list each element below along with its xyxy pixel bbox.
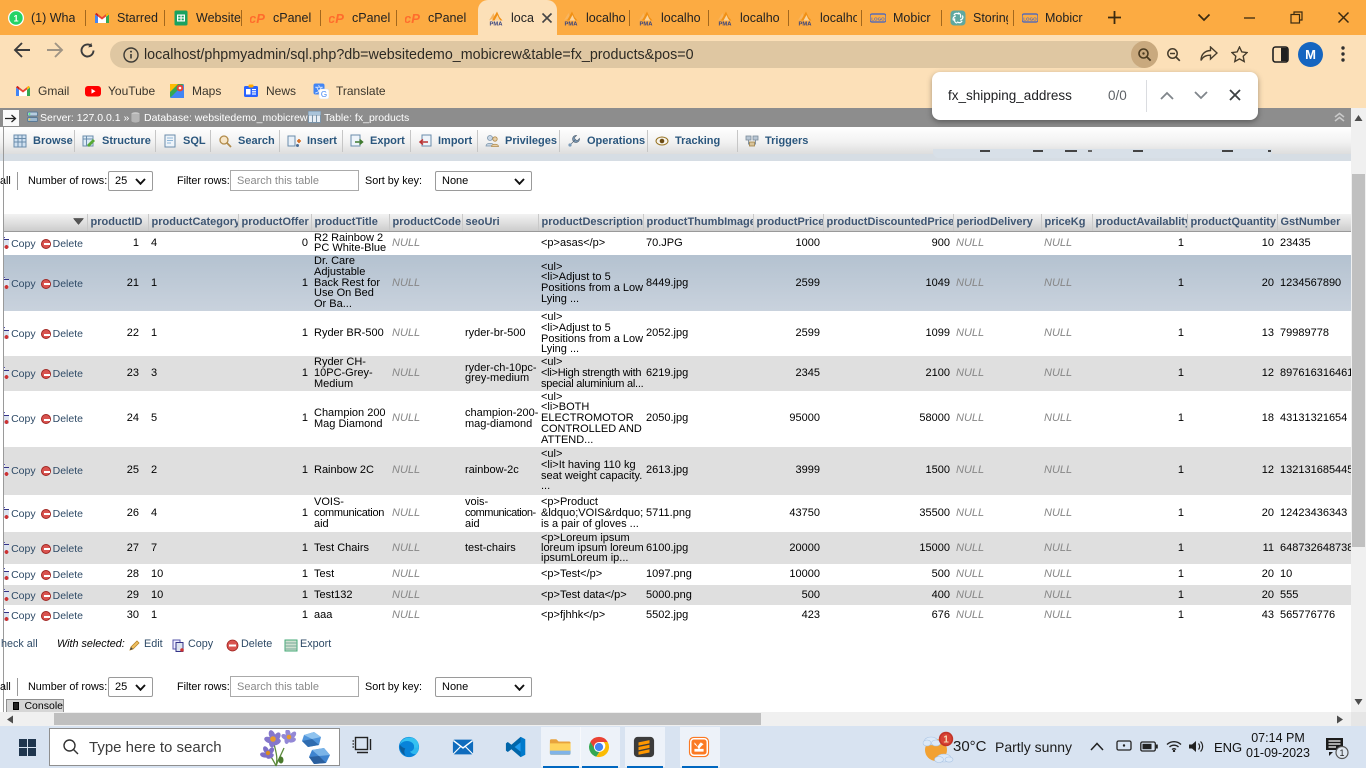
svg-text:PMA: PMA — [719, 21, 733, 26]
svg-text:cP: cP — [250, 11, 265, 26]
svg-text:PMA: PMA — [565, 21, 579, 26]
svg-text:PMA: PMA — [640, 21, 654, 26]
svg-text:G: G — [321, 90, 327, 99]
svg-text:1: 1 — [1339, 748, 1344, 758]
svg-text:1: 1 — [943, 734, 949, 745]
svg-text:PMA: PMA — [490, 21, 504, 26]
svg-text:LOGO: LOGO — [871, 16, 885, 21]
svg-text:PMA: PMA — [799, 21, 813, 26]
svg-text:LOGO: LOGO — [1023, 16, 1037, 21]
svg-text:1: 1 — [13, 13, 18, 23]
svg-text:cP: cP — [329, 11, 344, 26]
svg-text:cP: cP — [405, 11, 420, 26]
